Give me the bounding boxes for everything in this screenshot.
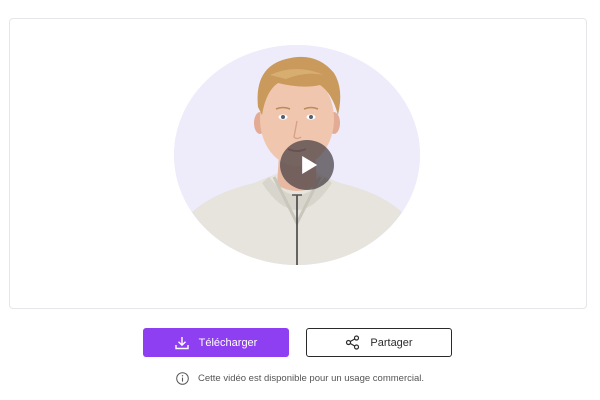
video-preview-card: [9, 18, 587, 309]
download-icon: [174, 336, 189, 350]
play-icon: [302, 156, 318, 174]
share-icon: [345, 335, 360, 350]
download-button[interactable]: Télécharger: [143, 328, 289, 357]
share-button[interactable]: Partager: [306, 328, 452, 357]
share-button-label: Partager: [370, 336, 413, 349]
notice-text: Cette vidéo est disponible pour un usage…: [197, 373, 424, 384]
play-button[interactable]: [280, 140, 334, 190]
commercial-use-notice: Cette vidéo est disponible pour un usage…: [0, 372, 600, 385]
download-button-label: Télécharger: [198, 336, 258, 349]
info-icon: [176, 372, 189, 385]
